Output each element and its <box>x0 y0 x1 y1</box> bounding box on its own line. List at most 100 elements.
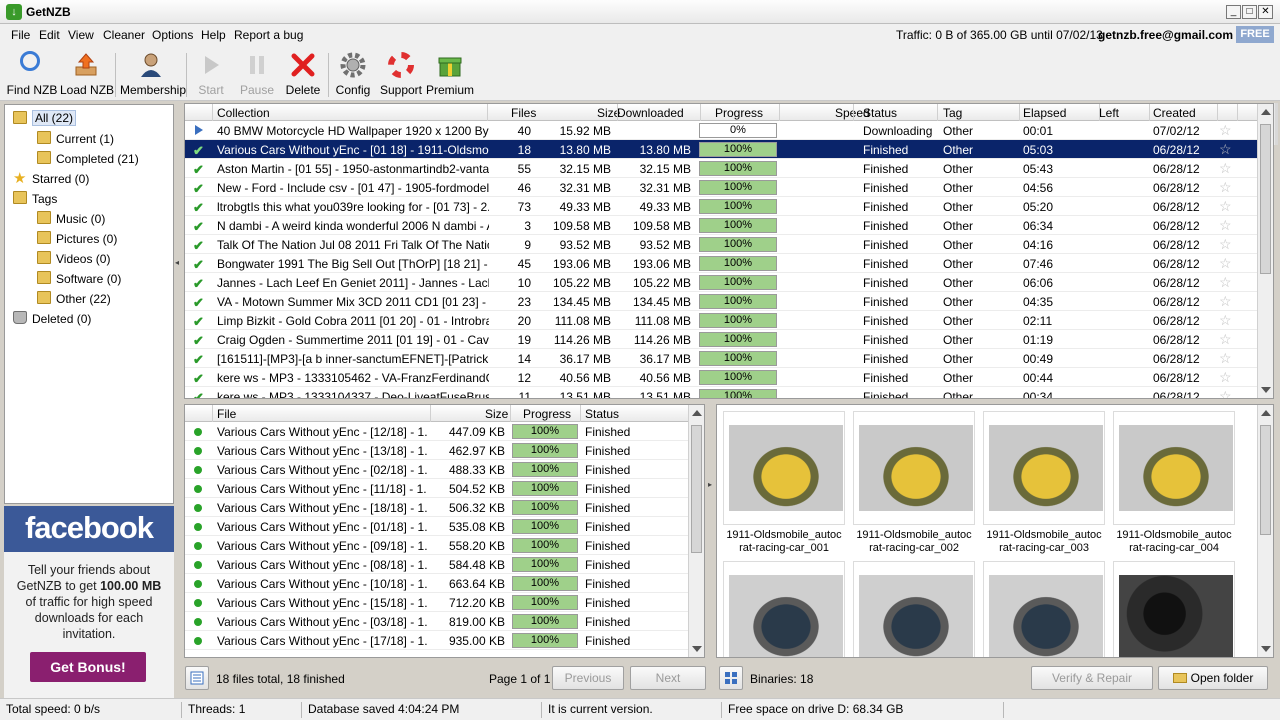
collection-row[interactable]: ✔ N dambi - A weird kinda wonderful 2006 … <box>185 216 1259 235</box>
file-row[interactable]: Various Cars Without yEnc - [03/18] - 1.… <box>185 612 689 631</box>
collection-row[interactable]: ✔ [161511]-[MP3]-[a b inner-sanctumEFNET]… <box>185 349 1259 368</box>
images-scrollbar[interactable] <box>1257 405 1273 657</box>
files-view-toggle[interactable] <box>185 666 209 690</box>
image-thumbnail[interactable] <box>983 411 1105 525</box>
collection-row[interactable]: ✔ VA - Motown Summer Mix 3CD 2011 CD1 [01… <box>185 292 1259 311</box>
get-bonus-button[interactable]: Get Bonus! <box>30 652 146 682</box>
column-header[interactable]: Files <box>511 106 536 120</box>
column-header[interactable]: Tag <box>943 106 962 120</box>
scroll-thumb[interactable] <box>691 425 702 553</box>
column-header[interactable]: Progress <box>715 106 763 120</box>
column-divider[interactable] <box>580 405 581 422</box>
file-row[interactable]: Various Cars Without yEnc - [10/18] - 1.… <box>185 574 689 593</box>
image-thumbnail[interactable] <box>723 561 845 657</box>
collection-row[interactable]: ✔ ltrobgtIs this what you039re looking fo… <box>185 197 1259 216</box>
image-thumbnail[interactable] <box>723 411 845 525</box>
column-header[interactable]: Collection <box>217 106 270 120</box>
sidebar-collapse-handle[interactable]: ◂ <box>175 258 181 267</box>
scroll-thumb[interactable] <box>1260 124 1271 274</box>
star-toggle-icon[interactable]: ☆ <box>1219 388 1232 398</box>
star-toggle-icon[interactable]: ☆ <box>1219 160 1232 177</box>
scroll-thumb[interactable] <box>1260 425 1271 535</box>
star-toggle-icon[interactable]: ☆ <box>1219 141 1232 158</box>
star-toggle-icon[interactable]: ☆ <box>1219 312 1232 329</box>
menu-edit[interactable]: Edit <box>39 28 60 42</box>
column-divider[interactable] <box>937 104 938 121</box>
collection-row[interactable]: ✔ Talk Of The Nation Jul 08 2011 Fri Talk… <box>185 235 1259 254</box>
find-nzb-button[interactable]: Find NZB <box>6 45 58 101</box>
pane-splitter[interactable]: ▸ <box>708 480 714 490</box>
support-button[interactable]: Support <box>378 45 424 101</box>
start-button[interactable]: Start <box>190 45 232 101</box>
collection-row[interactable]: ✔ Craig Ogden - Summertime 2011 [01 19] -… <box>185 330 1259 349</box>
column-header[interactable]: Elapsed <box>1023 106 1066 120</box>
star-toggle-icon[interactable]: ☆ <box>1219 274 1232 291</box>
load-nzb-button[interactable]: Load NZB <box>60 45 114 101</box>
column-header[interactable]: Status <box>585 407 619 421</box>
column-header[interactable]: Size <box>485 407 508 421</box>
column-divider[interactable] <box>617 104 618 121</box>
collection-row[interactable]: ✔ kere ws - MP3 - 1333105462 - VA-FranzFe… <box>185 368 1259 387</box>
column-header[interactable]: Created <box>1153 106 1196 120</box>
menu-options[interactable]: Options <box>152 28 193 42</box>
images-view-toggle[interactable] <box>719 666 743 690</box>
column-divider[interactable] <box>1149 104 1150 121</box>
column-header[interactable]: Progress <box>523 407 571 421</box>
scroll-up-icon[interactable] <box>1261 109 1271 115</box>
premium-button[interactable]: Premium <box>426 45 474 101</box>
scroll-up-icon[interactable] <box>1261 410 1271 416</box>
config-button[interactable]: Config <box>332 45 374 101</box>
star-toggle-icon[interactable]: ☆ <box>1219 122 1232 139</box>
file-row[interactable]: Various Cars Without yEnc - [11/18] - 1.… <box>185 479 689 498</box>
column-divider[interactable] <box>853 104 854 121</box>
scroll-down-icon[interactable] <box>1261 646 1271 652</box>
file-row[interactable]: Various Cars Without yEnc - [02/18] - 1.… <box>185 460 689 479</box>
menu-file[interactable]: File <box>11 28 30 42</box>
membership-button[interactable]: Membership <box>120 45 186 101</box>
star-toggle-icon[interactable]: ☆ <box>1219 369 1232 386</box>
column-header[interactable]: Status <box>863 106 897 120</box>
column-divider[interactable] <box>1019 104 1020 121</box>
collection-row[interactable]: ✔ New - Ford - Include csv - [01 47] - 19… <box>185 178 1259 197</box>
file-row[interactable]: Various Cars Without yEnc - [13/18] - 1.… <box>185 441 689 460</box>
menu-view[interactable]: View <box>68 28 94 42</box>
column-divider[interactable] <box>700 104 701 121</box>
star-toggle-icon[interactable]: ☆ <box>1219 217 1232 234</box>
menu-help[interactable]: Help <box>201 28 226 42</box>
scroll-up-icon[interactable] <box>692 410 702 416</box>
column-divider[interactable] <box>212 405 213 422</box>
column-divider[interactable] <box>779 104 780 121</box>
column-divider[interactable] <box>487 104 488 121</box>
file-row[interactable]: Various Cars Without yEnc - [18/18] - 1.… <box>185 498 689 517</box>
star-toggle-icon[interactable]: ☆ <box>1219 350 1232 367</box>
scroll-down-icon[interactable] <box>692 646 702 652</box>
collection-row[interactable]: ✔ kere ws - MP3 - 1333104337 - Deo-Liveat… <box>185 387 1259 398</box>
column-divider[interactable] <box>1237 104 1238 121</box>
file-row[interactable]: Various Cars Without yEnc - [17/18] - 1.… <box>185 631 689 650</box>
image-thumbnail[interactable] <box>853 561 975 657</box>
file-row[interactable]: Various Cars Without yEnc - [01/18] - 1.… <box>185 517 689 536</box>
account-email[interactable]: getnzb.free@gmail.com <box>1098 28 1233 42</box>
menu-cleaner[interactable]: Cleaner <box>103 28 145 42</box>
menu-report-bug[interactable]: Report a bug <box>234 28 303 42</box>
column-divider[interactable] <box>1099 104 1100 121</box>
previous-page-button[interactable]: Previous <box>552 666 624 690</box>
star-toggle-icon[interactable]: ☆ <box>1219 198 1232 215</box>
pause-button[interactable]: Pause <box>236 45 278 101</box>
collection-row[interactable]: ✔ Limp Bizkit - Gold Cobra 2011 [01 20] -… <box>185 311 1259 330</box>
star-toggle-icon[interactable]: ☆ <box>1219 331 1232 348</box>
files-scrollbar[interactable] <box>688 405 704 657</box>
next-page-button[interactable]: Next <box>630 666 706 690</box>
delete-button[interactable]: Delete <box>282 45 324 101</box>
collection-row[interactable]: ✔ Bongwater 1991 The Big Sell Out [ThOrP]… <box>185 254 1259 273</box>
star-toggle-icon[interactable]: ☆ <box>1219 255 1232 272</box>
image-thumbnail[interactable] <box>1113 561 1235 657</box>
image-thumbnail[interactable] <box>1113 411 1235 525</box>
column-header[interactable]: Left <box>1099 106 1119 120</box>
column-divider[interactable] <box>430 405 431 422</box>
file-row[interactable]: Various Cars Without yEnc - [12/18] - 1.… <box>185 422 689 441</box>
column-header[interactable]: Downloaded <box>617 106 684 120</box>
column-divider[interactable] <box>212 104 213 121</box>
column-divider[interactable] <box>1217 104 1218 121</box>
open-folder-button[interactable]: Open folder <box>1158 666 1268 690</box>
